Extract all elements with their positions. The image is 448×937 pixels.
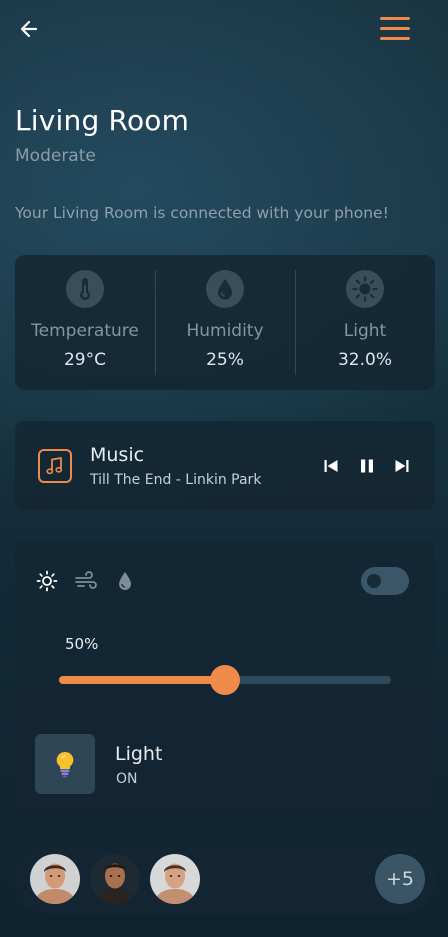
- skip-next-icon: [395, 460, 409, 472]
- music-card[interactable]: Music Till The End - Linkin Park: [15, 421, 435, 511]
- members-bar: +5: [15, 844, 435, 914]
- slider-thumb[interactable]: [210, 665, 240, 695]
- mode-light-button[interactable]: [35, 569, 59, 593]
- pause-icon: [361, 459, 373, 473]
- avatar[interactable]: [90, 854, 140, 904]
- hamburger-menu-icon: [380, 36, 410, 40]
- sun-icon: [36, 570, 58, 592]
- arrow-left-icon: [20, 20, 38, 38]
- previous-track-button[interactable]: [321, 456, 341, 476]
- sensor-humidity[interactable]: Humidity 25%: [155, 255, 295, 390]
- device-state: ON: [116, 771, 138, 787]
- menu-button[interactable]: [380, 12, 418, 44]
- water-drop-icon: [119, 572, 131, 590]
- sensor-temperature[interactable]: Temperature 29°C: [15, 255, 155, 390]
- sensor-card: Temperature 29°C Humidity 25% Light 32.0…: [15, 255, 435, 390]
- back-button[interactable]: [14, 14, 44, 44]
- pause-button[interactable]: [357, 456, 377, 476]
- avatar[interactable]: [150, 854, 200, 904]
- level-slider[interactable]: [59, 665, 391, 695]
- hamburger-menu-icon: [380, 16, 410, 20]
- avatar[interactable]: [30, 854, 80, 904]
- sun-icon: [346, 270, 384, 308]
- sensor-value: 29°C: [63, 350, 106, 370]
- next-track-button[interactable]: [392, 456, 412, 476]
- thermometer-icon: [66, 270, 104, 308]
- light-device-icon-box[interactable]: [35, 734, 95, 794]
- room-status: Moderate: [15, 146, 96, 166]
- connection-message: Your Living Room is connected with your …: [15, 204, 389, 222]
- sensor-light[interactable]: Light 32.0%: [295, 255, 435, 390]
- hamburger-menu-icon: [380, 26, 410, 30]
- wind-icon: [75, 571, 97, 589]
- power-toggle[interactable]: [361, 567, 409, 595]
- mode-wind-button[interactable]: [74, 569, 98, 593]
- device-name: Light: [115, 743, 163, 765]
- music-title: Music: [90, 444, 145, 466]
- sensor-label: Humidity: [186, 321, 264, 341]
- sensor-label: Light: [343, 321, 387, 341]
- page-title: Living Room: [15, 104, 190, 137]
- skip-previous-icon: [324, 460, 338, 472]
- device-control-card: 50% Light ON: [15, 541, 435, 813]
- sensor-label: Temperature: [31, 321, 139, 341]
- light-bulb-icon: [56, 751, 74, 778]
- song-title: Till The End - Linkin Park: [90, 472, 262, 488]
- sensor-value: 32.0%: [337, 350, 392, 370]
- water-drop-icon: [206, 270, 244, 308]
- slider-fill: [59, 676, 225, 684]
- more-members-button[interactable]: +5: [375, 854, 425, 904]
- toggle-knob: [367, 574, 381, 588]
- mode-humidity-button[interactable]: [113, 569, 137, 593]
- level-percent: 50%: [65, 635, 99, 653]
- sensor-value: 25%: [206, 350, 244, 370]
- music-note-icon: [38, 449, 72, 483]
